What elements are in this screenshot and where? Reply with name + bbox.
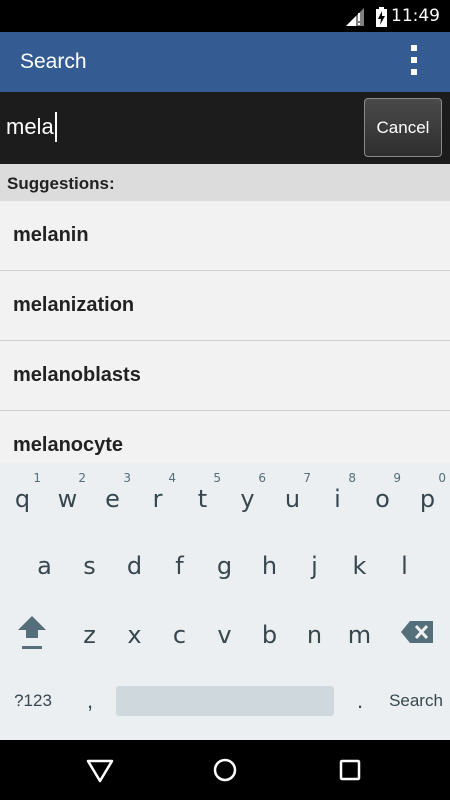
backspace-icon xyxy=(400,621,433,643)
key-d[interactable]: d xyxy=(112,534,157,592)
key-g[interactable]: g xyxy=(202,534,247,592)
suggestion-item[interactable]: melanization xyxy=(0,271,450,341)
text-caret xyxy=(54,112,57,142)
status-time: 11:49 xyxy=(391,6,440,26)
home-icon[interactable] xyxy=(210,755,240,785)
overflow-menu-icon[interactable] xyxy=(408,45,420,79)
suggestion-item[interactable]: melanoblasts xyxy=(0,341,450,411)
key-a[interactable]: a xyxy=(22,534,67,592)
key-n[interactable]: n xyxy=(292,603,337,661)
page-title: Search xyxy=(20,50,87,73)
key-u[interactable]: 7u xyxy=(270,467,315,525)
suggestion-item[interactable]: melanocyte xyxy=(0,411,450,463)
key-z[interactable]: z xyxy=(67,603,112,661)
search-query: mela xyxy=(6,114,54,139)
key-t[interactable]: 5t xyxy=(180,467,225,525)
key-o[interactable]: 9o xyxy=(360,467,405,525)
key-e[interactable]: 3e xyxy=(90,467,135,525)
key-q[interactable]: 1q xyxy=(0,467,45,525)
search-action-key[interactable]: Search xyxy=(384,684,448,718)
shift-key[interactable] xyxy=(9,603,54,661)
key-c[interactable]: c xyxy=(157,603,202,661)
shift-icon xyxy=(17,616,46,649)
key-v[interactable]: v xyxy=(202,603,247,661)
app-bar: Search xyxy=(0,32,450,92)
navigation-bar xyxy=(0,740,450,800)
period-key[interactable]: . xyxy=(342,684,378,718)
key-x[interactable]: x xyxy=(112,603,157,661)
cancel-button[interactable]: Cancel xyxy=(364,98,442,157)
key-y[interactable]: 6y xyxy=(225,467,270,525)
key-i[interactable]: 8i xyxy=(315,467,360,525)
key-j[interactable]: j xyxy=(292,534,337,592)
comma-key[interactable]: , xyxy=(72,684,108,718)
spacebar[interactable] xyxy=(116,686,334,716)
battery-charging-icon xyxy=(376,7,387,27)
search-bar: mela Cancel xyxy=(0,92,450,164)
key-m[interactable]: m xyxy=(337,603,382,661)
key-s[interactable]: s xyxy=(67,534,112,592)
search-input[interactable]: mela xyxy=(6,110,57,144)
back-icon[interactable] xyxy=(85,755,115,785)
key-l[interactable]: l xyxy=(382,534,427,592)
soft-keyboard: 1q 2w 3e 4r 5t 6y 7u 8i 9o 0p a s d f g … xyxy=(0,463,450,740)
suggestion-item[interactable]: melanin xyxy=(0,201,450,271)
key-w[interactable]: 2w xyxy=(45,467,90,525)
key-p[interactable]: 0p xyxy=(405,467,450,525)
symbols-key[interactable]: ?123 xyxy=(4,684,62,718)
key-h[interactable]: h xyxy=(247,534,292,592)
recents-icon[interactable] xyxy=(335,755,365,785)
signal-icon xyxy=(346,8,364,26)
status-bar: 11:49 xyxy=(0,0,450,32)
key-r[interactable]: 4r xyxy=(135,467,180,525)
key-f[interactable]: f xyxy=(157,534,202,592)
backspace-key[interactable] xyxy=(394,603,439,661)
suggestions-list: melanin melanization melanoblasts melano… xyxy=(0,201,450,463)
key-b[interactable]: b xyxy=(247,603,292,661)
suggestions-header: Suggestions: xyxy=(0,164,450,201)
key-k[interactable]: k xyxy=(337,534,382,592)
